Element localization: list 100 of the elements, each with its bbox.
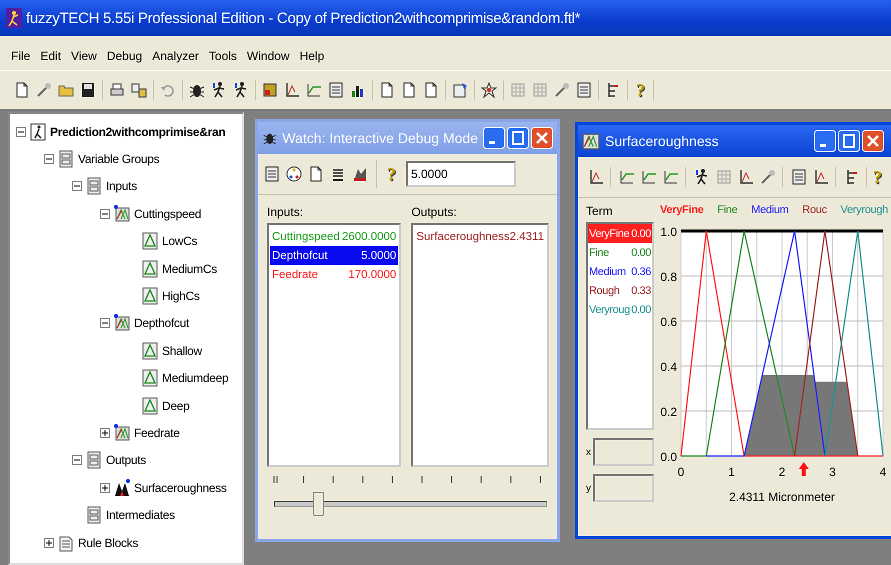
axis-tick-label: 0.2 <box>660 405 677 419</box>
tree-item[interactable]: Variable Groups <box>78 152 160 166</box>
star-icon[interactable] <box>480 81 498 99</box>
menu-item[interactable]: Help <box>294 49 330 63</box>
expand-icon[interactable] <box>100 428 110 438</box>
axis-tick-label: 0 <box>678 465 684 479</box>
expand-icon[interactable] <box>100 482 110 493</box>
term-label: Term <box>586 204 613 218</box>
list-label: Inputs: <box>267 205 304 219</box>
collapse-icon[interactable] <box>100 208 110 219</box>
axis-tick-label: 0.4 <box>660 360 677 374</box>
collapse-icon[interactable] <box>100 318 110 328</box>
tree-item[interactable]: Shallow <box>162 344 202 358</box>
list-item[interactable]: Feedrate 170.0000 <box>270 265 398 284</box>
tree-item[interactable]: Outputs <box>106 453 146 468</box>
window-icon[interactable] <box>327 81 345 99</box>
blocks-icon[interactable] <box>261 81 279 99</box>
tree-item[interactable]: Feedrate <box>134 426 180 440</box>
window-title: Surfaceroughness <box>605 133 720 149</box>
term-value: 0.33 <box>631 284 651 296</box>
close-icon[interactable] <box>862 130 884 152</box>
chart-icon <box>114 478 130 497</box>
menu-item[interactable]: File <box>6 49 36 63</box>
panel-icon <box>86 451 102 470</box>
menu-item[interactable]: Window <box>242 49 295 63</box>
tree-item[interactable]: Intermediates <box>106 508 175 522</box>
figure-icon <box>30 122 46 141</box>
variable-value: 2.4311 <box>510 230 544 242</box>
term-item[interactable]: Veryroug0.00 <box>588 300 652 319</box>
chart-icon <box>114 424 130 442</box>
tree-item[interactable]: Mediumdeep <box>162 371 228 386</box>
tree-item[interactable]: Prediction2withcomprimise&ran <box>50 124 226 139</box>
variable-value: 5.0000 <box>361 250 396 262</box>
panel-icon <box>86 177 102 196</box>
value-field[interactable]: 5.0000 <box>406 161 516 187</box>
axis-tick-label: 0.0 <box>660 450 677 464</box>
wand-icon[interactable] <box>553 81 571 99</box>
list-item[interactable]: Depthofcut 5.0000 <box>270 246 398 265</box>
axis-tick-label: 4 <box>880 465 886 479</box>
collapse-icon[interactable] <box>72 181 82 192</box>
collapse-icon[interactable] <box>72 455 82 466</box>
term-item[interactable]: Rough 0.33 <box>588 281 652 300</box>
menu-item[interactable]: Edit <box>35 49 66 63</box>
menu-item[interactable]: Debug <box>102 49 148 63</box>
wand-icon[interactable] <box>35 81 53 99</box>
legend-label: Medium <box>751 204 789 216</box>
x-field[interactable] <box>593 438 654 466</box>
slider-thumb[interactable] <box>312 492 324 516</box>
app-icon <box>6 8 22 28</box>
wand-icon[interactable] <box>759 168 777 186</box>
menu-item[interactable]: Analyzer <box>147 49 204 63</box>
window-icon[interactable] <box>575 81 593 99</box>
y-field[interactable] <box>593 474 654 502</box>
variable-value: 2600.0000 <box>342 230 396 242</box>
term-item[interactable]: VeryFine 0.00 <box>588 224 652 243</box>
term-value: 0.00 <box>631 246 651 258</box>
window-icon[interactable] <box>790 168 808 186</box>
line-chart-icon[interactable] <box>305 81 323 99</box>
gauge-icon[interactable] <box>285 165 303 183</box>
term-item[interactable]: Medium 0.36 <box>588 262 652 281</box>
minimize-icon[interactable] <box>814 130 836 152</box>
collapse-icon[interactable] <box>44 154 54 164</box>
tree-item[interactable]: Inputs <box>106 179 137 194</box>
window-icon[interactable] <box>263 165 281 183</box>
tree-item[interactable]: LowCs <box>162 234 198 248</box>
tree-item[interactable]: Surfaceroughness <box>134 480 227 495</box>
tree-item[interactable]: HighCs <box>162 289 200 304</box>
tree-item[interactable]: Depthofcut <box>134 316 190 330</box>
tree-item[interactable]: Rule Blocks <box>78 536 138 550</box>
field-label: y <box>586 482 591 494</box>
axis-label: 2.4311 Micronmeter <box>729 490 835 504</box>
tree-item[interactable]: Cuttingspeed <box>134 206 202 221</box>
clipboard-icon[interactable] <box>451 81 469 99</box>
expand-icon[interactable] <box>44 538 54 548</box>
line-chart-icon[interactable] <box>640 168 658 186</box>
legend-label: Veryrough <box>840 204 888 216</box>
list-item[interactable]: Surfaceroughness2.4311 <box>414 227 546 246</box>
transfer-icon[interactable] <box>130 81 148 99</box>
term-name: Medium <box>589 266 626 278</box>
axis-tick-label: 3 <box>829 465 836 479</box>
axis-tick-label: 1.0 <box>660 225 677 239</box>
tree-item[interactable]: Deep <box>162 398 190 413</box>
term-item[interactable]: Fine 0.00 <box>588 243 652 262</box>
value-slider[interactable] <box>272 475 547 519</box>
term-value: 0.36 <box>631 266 651 278</box>
variable-name: Cuttingspeed <box>272 230 340 242</box>
axis-tick-label: 1 <box>728 465 735 479</box>
legend-label: VeryFine <box>660 204 704 216</box>
maximize-icon[interactable] <box>838 130 860 152</box>
term-value: 0.00 <box>631 304 651 316</box>
window-title: fuzzyTECH 5.55i Professional Edition - Copy of Prediction2withcomprimise&random.ftl* <box>26 10 580 26</box>
term-name: Veryroug <box>589 304 630 316</box>
line-chart-icon[interactable] <box>618 168 636 186</box>
tree-item[interactable]: MediumCs <box>162 262 217 276</box>
line-chart-icon[interactable] <box>662 168 680 186</box>
menu-item[interactable]: Tools <box>204 49 242 63</box>
legend-label: Fine <box>717 204 738 216</box>
term-name: VeryFine <box>589 228 630 240</box>
menu-item[interactable]: View <box>66 49 102 63</box>
collapse-icon[interactable] <box>16 126 26 137</box>
